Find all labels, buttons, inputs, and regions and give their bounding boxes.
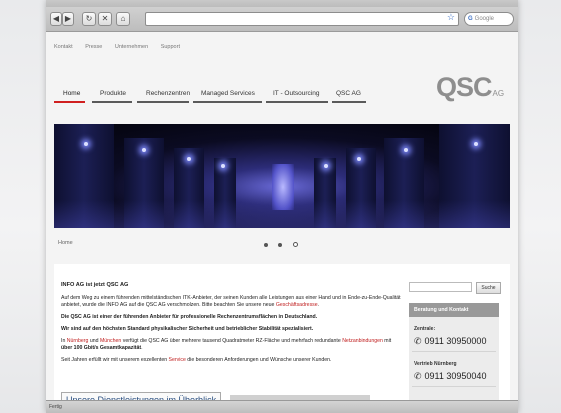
home-button[interactable]: ⌂ xyxy=(116,12,130,26)
hero-image-datacenter xyxy=(54,124,510,228)
content-area: INFO AG ist jetzt QSC AG Auf dem Weg zu … xyxy=(54,264,510,413)
floor-reflection xyxy=(54,200,510,228)
stop-button[interactable]: ✕ xyxy=(98,12,112,26)
article-paragraph-1: Auf dem Weg zu einem führenden mittelstä… xyxy=(61,295,401,309)
title-bar xyxy=(46,0,518,7)
link-service[interactable]: Service xyxy=(169,357,186,363)
web-page: Kontakt Presse Unternehmen Support Home … xyxy=(46,32,518,413)
p4-c: verfügt die QSC AG über mehrere tausend … xyxy=(121,338,343,344)
article-paragraph-2: Die QSC AG ist einer der führenden Anbie… xyxy=(61,314,318,320)
ceiling-light xyxy=(324,164,328,168)
contact-label-vertrieb: Vertrieb Nürnberg xyxy=(414,361,457,367)
bookmark-star-icon[interactable]: ☆ xyxy=(447,12,455,23)
nav-it-outsourcing[interactable]: IT - Outsourcing xyxy=(273,90,319,97)
browser-search-input[interactable]: G Google xyxy=(464,12,514,26)
p4-e: . xyxy=(141,345,143,351)
article-paragraph-4: In Nürnberg und München verfügt die QSC … xyxy=(61,338,401,352)
phone-icon: ✆ xyxy=(414,371,422,381)
phone-number: 0911 30950000 xyxy=(424,336,487,346)
ceiling-light xyxy=(404,148,408,152)
search-button[interactable]: Suche xyxy=(476,282,501,294)
browser-window: ◀ ▶ ↻ ✕ ⌂ ☆ G Google Kontakt Presse Unter… xyxy=(46,0,518,413)
nav-rechenzentren-underline xyxy=(137,101,189,103)
p1-text: Auf dem Weg zu einem führenden mittelstä… xyxy=(61,295,401,308)
phone-number: 0911 30950040 xyxy=(424,371,487,381)
site-search-input[interactable] xyxy=(409,282,472,292)
address-bar[interactable]: ☆ xyxy=(145,12,459,26)
article-paragraph-5: Seit Jahren erfüllt wir mit unserem exze… xyxy=(61,357,401,364)
nav-qsc-ag[interactable]: QSC AG xyxy=(336,90,361,97)
meta-nav-support[interactable]: Support xyxy=(161,44,180,50)
p5-a: Seit Jahren erfüllt wir mit unserem exze… xyxy=(61,357,169,363)
meta-nav-presse[interactable]: Presse xyxy=(85,44,102,50)
divider xyxy=(412,351,496,352)
browser-search-placeholder: Google xyxy=(474,16,495,22)
p5-b: die besonderen Anforderungen und Wünsche… xyxy=(185,357,332,363)
ceiling-light xyxy=(221,164,225,168)
forward-button[interactable]: ▶ xyxy=(62,12,74,26)
nav-produkte-underline xyxy=(92,101,132,103)
ceiling-light xyxy=(84,142,88,146)
meta-nav: Kontakt Presse Unternehmen Support xyxy=(54,44,191,50)
status-bar: Fertig xyxy=(46,400,518,413)
ceiling-light xyxy=(357,157,361,161)
link-netzanbindungen[interactable]: Netzanbindungen xyxy=(342,338,383,344)
article-heading: INFO AG ist jetzt QSC AG xyxy=(61,282,129,288)
nav-qsc-ag-underline xyxy=(332,101,366,103)
p4-b: und xyxy=(88,338,100,344)
reload-button[interactable]: ↻ xyxy=(82,12,96,26)
contact-panel: Beratung und Kontakt Zentrale: ✆ 0911 309… xyxy=(409,303,499,413)
slider-dot-1[interactable] xyxy=(264,243,268,247)
ceiling-light xyxy=(142,148,146,152)
slider-dot-2[interactable] xyxy=(278,243,283,247)
nav-managed-services-underline xyxy=(193,101,262,103)
contact-label-zentrale: Zentrale: xyxy=(414,326,436,332)
p1-end: . xyxy=(317,302,320,308)
browser-toolbar: ◀ ▶ ↻ ✕ ⌂ ☆ G Google xyxy=(46,0,518,32)
link-nuernberg[interactable]: Nürnberg xyxy=(67,338,89,344)
link-muenchen[interactable]: München xyxy=(100,338,121,344)
slider-dot-3[interactable] xyxy=(292,242,298,247)
slider-pagination xyxy=(264,234,304,252)
divider xyxy=(412,386,496,387)
meta-nav-kontakt[interactable]: Kontakt xyxy=(54,44,73,50)
article-paragraph-3: Wir sind auf den höchsten Standard physi… xyxy=(61,326,314,332)
nav-managed-services[interactable]: Managed Services xyxy=(201,90,255,97)
logo-suffix: AG xyxy=(492,89,505,98)
contact-panel-title: Beratung und Kontakt xyxy=(409,303,499,317)
ceiling-light xyxy=(187,157,191,161)
contact-phone-zentrale[interactable]: ✆ 0911 30950000 xyxy=(409,336,499,347)
back-button[interactable]: ◀ xyxy=(50,12,62,26)
breadcrumb[interactable]: Home xyxy=(58,240,73,246)
phone-icon: ✆ xyxy=(414,336,422,346)
contact-phone-vertrieb[interactable]: ✆ 0911 30950040 xyxy=(409,371,499,382)
nav-it-outsourcing-underline xyxy=(266,101,328,103)
article: INFO AG ist jetzt QSC AG Auf dem Weg zu … xyxy=(61,282,401,369)
ceiling-light xyxy=(474,142,478,146)
nav-rechenzentren[interactable]: Rechenzentren xyxy=(146,90,190,97)
logo-text: QSC xyxy=(436,72,493,102)
p4-d: mit xyxy=(382,338,392,344)
google-icon: G xyxy=(468,16,473,22)
meta-nav-unternehmen[interactable]: Unternehmen xyxy=(115,44,148,50)
link-geschaeftsadresse[interactable]: Geschäftsadresse xyxy=(276,302,318,308)
nav-home-underline xyxy=(54,101,85,103)
p4-bold: über 100 Gbit/s Gesamtkapazität xyxy=(61,345,142,351)
nav-home[interactable]: Home xyxy=(63,90,80,97)
qsc-logo[interactable]: QSCAG xyxy=(436,72,504,103)
nav-produkte[interactable]: Produkte xyxy=(100,90,126,97)
